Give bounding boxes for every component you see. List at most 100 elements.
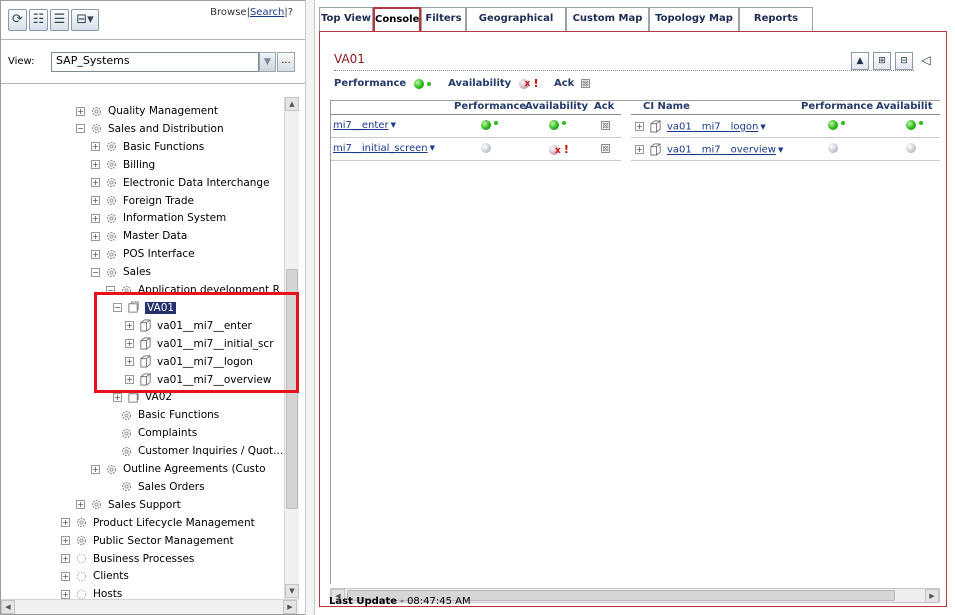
tree-node-label[interactable]: Public Sector Management (93, 535, 234, 547)
tree-node[interactable]: + Billing (91, 156, 155, 174)
expand-icon[interactable]: + (113, 392, 122, 402)
browse-link[interactable]: Browse (210, 7, 246, 18)
ci-name-link[interactable]: mi7__enter (333, 120, 389, 131)
tree-node[interactable]: + Foreign Trade (91, 192, 194, 210)
tree-node[interactable]: +Complaints (106, 424, 197, 442)
help-link[interactable]: ? (288, 7, 293, 18)
tree-node-label[interactable]: POS Interface (123, 248, 195, 260)
column-header-availability[interactable]: Availability (525, 101, 588, 112)
ci-name-link[interactable]: mi7__initial_screen (333, 143, 428, 154)
table-row[interactable]: mi7__enter ▼ ⊠ (331, 116, 621, 138)
expand-icon[interactable]: + (91, 464, 100, 474)
chevron-down-icon[interactable]: ▼ (430, 144, 435, 152)
tree-node[interactable]: + Sales Support (76, 496, 181, 514)
tree-node-label[interactable]: Sales Support (108, 499, 181, 511)
column-header-ack[interactable]: Ack (594, 101, 614, 112)
expand-icon[interactable]: + (91, 213, 100, 223)
tree-node[interactable]: + Electronic Data Interchange (91, 174, 270, 192)
view-select[interactable]: SAP_Systems (51, 52, 259, 72)
tree-node[interactable]: − Sales (91, 263, 151, 281)
scroll-down-icon[interactable]: ▼ (285, 584, 299, 598)
tree-node-label[interactable]: Basic Functions (138, 409, 219, 421)
list-view-icon[interactable]: ☰ (50, 9, 69, 31)
expand-icon[interactable]: + (76, 106, 85, 116)
tree-node-label[interactable]: Electronic Data Interchange (123, 177, 270, 189)
expand-icon[interactable]: + (61, 536, 70, 546)
tree-node-label[interactable]: Business Processes (93, 553, 194, 565)
tree-node-label[interactable]: Hosts (93, 588, 122, 599)
tree-node[interactable]: + Quality Management (76, 102, 218, 120)
ci-name-cell[interactable]: mi7__enter ▼ (333, 120, 396, 131)
expand-icon[interactable]: + (91, 231, 100, 241)
tree-node-label[interactable]: Quality Management (108, 105, 218, 117)
tree-node[interactable]: − Sales and Distribution (76, 120, 224, 138)
tree-node[interactable]: + Information System (91, 209, 226, 227)
tree-node[interactable]: + Public Sector Management (61, 532, 234, 550)
tab-custom-map[interactable]: Custom Map (566, 7, 649, 31)
tree-node[interactable]: +Basic Functions (106, 406, 219, 424)
scroll-up-icon[interactable]: ▲ (285, 97, 299, 111)
hierarchy-up-icon[interactable]: ⊟ (895, 52, 913, 70)
view-options-dropdown-icon[interactable]: ⊟▾ (71, 9, 99, 31)
ci-name-link[interactable]: va01__mi7__overview (667, 145, 776, 156)
chevron-down-icon[interactable]: ▼ (391, 121, 396, 129)
ci-name-cell[interactable]: + va01__mi7__logon ▼ (635, 120, 766, 133)
pane-splitter[interactable] (305, 0, 315, 615)
collapse-icon[interactable]: − (91, 267, 100, 277)
expand-icon[interactable]: + (91, 178, 100, 188)
table-row[interactable]: + va01__mi7__logon ▼ (631, 116, 940, 138)
expand-icon[interactable]: + (91, 142, 100, 152)
tree-node-label[interactable]: Information System (123, 212, 226, 224)
tree-node-label[interactable]: Complaints (138, 427, 197, 439)
tree-node-label[interactable]: Sales and Distribution (108, 123, 224, 135)
tree-node-label[interactable]: Product Lifecycle Management (93, 517, 255, 529)
ack-checkbox-icon[interactable]: ⊠ (601, 143, 610, 153)
chevron-down-icon[interactable]: ▼ (760, 123, 765, 131)
scroll-right-icon[interactable]: ▶ (925, 589, 939, 603)
tab-console[interactable]: Console (373, 7, 421, 32)
tab-geographical-map[interactable]: Geographical Map (466, 7, 566, 46)
tree-node-label[interactable]: Clients (93, 570, 129, 582)
tree-node[interactable]: +Customer Inquiries / Quot... (106, 442, 283, 460)
expand-icon[interactable]: + (61, 554, 70, 563)
expand-icon[interactable]: + (61, 589, 70, 599)
ci-name-cell[interactable]: mi7__initial_screen ▼ (333, 143, 435, 154)
tree-node-label[interactable]: Billing (123, 159, 155, 171)
tree-node-label[interactable]: Customer Inquiries / Quot... (138, 445, 283, 457)
column-header-performance[interactable]: Performance (454, 101, 526, 112)
tree-node[interactable]: + Basic Functions (91, 138, 204, 156)
chevron-down-icon[interactable]: ▼ (259, 52, 276, 72)
navigate-up-icon[interactable]: ▲ (851, 52, 869, 70)
expand-icon[interactable]: + (61, 518, 70, 528)
ack-cell[interactable]: ⊠ (601, 120, 610, 131)
refresh-icon[interactable]: ⟳ (8, 9, 27, 31)
search-link[interactable]: Search (250, 7, 284, 18)
tree-node-label[interactable]: Sales Orders (138, 481, 205, 493)
tree-node-label[interactable]: Master Data (123, 230, 187, 242)
scroll-left-icon[interactable]: ◀ (1, 600, 15, 614)
tab-reports[interactable]: Reports (739, 7, 813, 31)
collapse-icon[interactable]: − (76, 124, 85, 134)
tab-top-view[interactable]: Top View (319, 7, 373, 31)
tree-node-label[interactable]: Sales (123, 266, 151, 278)
ci-name-cell[interactable]: + va01__mi7__overview ▼ (635, 143, 783, 156)
expand-icon[interactable]: + (91, 160, 100, 170)
expand-icon[interactable]: + (635, 145, 644, 154)
expand-icon[interactable]: + (76, 500, 85, 510)
tree-node[interactable]: + Hosts (61, 585, 122, 599)
scroll-right-icon[interactable]: ▶ (283, 600, 297, 614)
tree-node[interactable]: + Master Data (91, 227, 187, 245)
ack-checkbox-icon[interactable]: ⊠ (601, 120, 610, 130)
tree-node[interactable]: + Outline Agreements (Custo (91, 460, 266, 478)
column-header-availability[interactable]: Availabilit (876, 101, 932, 112)
hierarchy-down-icon[interactable]: ⊞ (873, 52, 891, 70)
table-row[interactable]: + va01__mi7__overview ▼ (631, 139, 940, 161)
tree-node[interactable]: + POS Interface (91, 245, 195, 263)
tree-node-label[interactable]: Basic Functions (123, 141, 204, 153)
tab-topology-map[interactable]: Topology Map (649, 7, 739, 31)
expand-icon[interactable]: + (91, 196, 100, 205)
view-browse-button[interactable]: ... (277, 52, 295, 72)
tab-filters[interactable]: Filters (421, 7, 466, 31)
column-header-ci-name[interactable]: CI Name (643, 101, 690, 112)
tree-horizontal-scrollbar[interactable]: ◀ ▶ (1, 599, 299, 614)
